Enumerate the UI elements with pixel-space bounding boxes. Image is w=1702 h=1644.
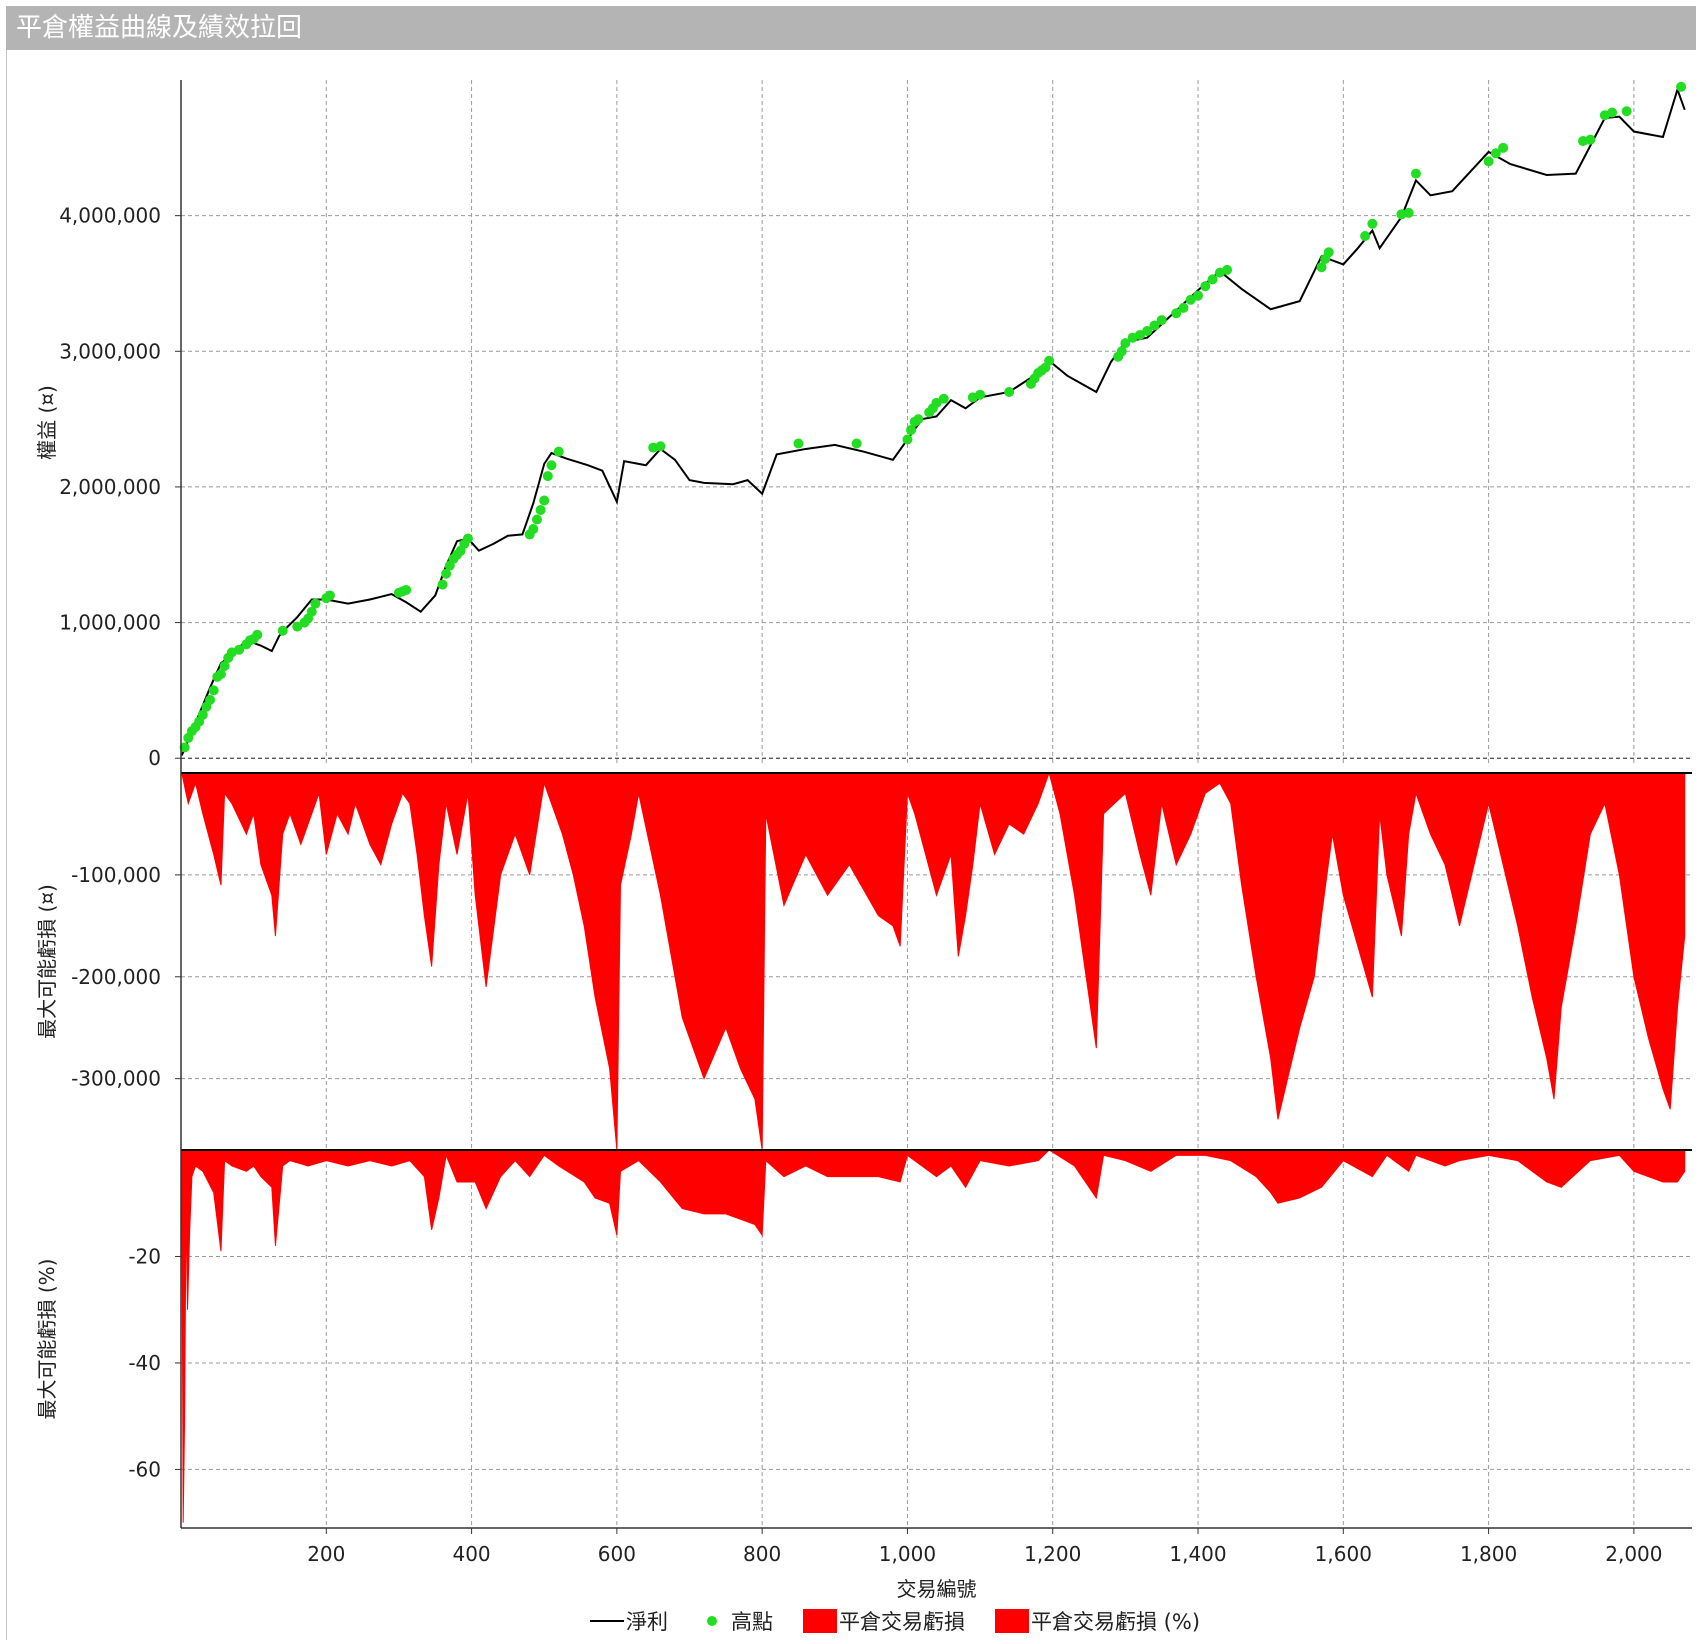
y-axis-title: 權益 (¤): [35, 385, 59, 460]
y-tick-label: -100,000: [71, 863, 161, 887]
legend-label: 高點: [731, 1610, 773, 1634]
high-point-marker: [462, 533, 473, 544]
x-tick-label: 200: [307, 1542, 345, 1566]
equity-drawdown-chart: 0 1,000,000 2,000,000 3,000,000 4,000,000 權益 …: [35, 80, 1692, 1634]
legend-label: 平倉交易虧損 (%): [1031, 1610, 1200, 1634]
high-point-marker: [1585, 134, 1596, 145]
x-tick-label: 1,800: [1460, 1542, 1517, 1566]
y-tick-label: -300,000: [71, 1067, 161, 1091]
legend-label: 淨利: [626, 1610, 668, 1634]
y-tick-label: -20: [128, 1244, 161, 1268]
high-point-marker: [975, 389, 986, 400]
high-point-marker: [277, 625, 288, 636]
y-tick-label: 3,000,000: [59, 339, 161, 363]
high-point-marker: [1193, 290, 1204, 301]
y-axis-title: 最大可能虧損 (¤): [35, 884, 59, 1039]
high-point-marker: [1483, 156, 1494, 167]
high-point-marker: [938, 393, 949, 404]
high-point-marker: [1178, 302, 1189, 313]
x-tick-label: 1,200: [1024, 1542, 1081, 1566]
high-point-marker: [437, 579, 448, 590]
legend-box-swatch: [803, 1609, 837, 1633]
high-point-marker: [401, 585, 412, 596]
y-tick-label: -200,000: [71, 965, 161, 989]
x-tick-label: 1,600: [1315, 1542, 1372, 1566]
high-point-marker: [546, 460, 557, 471]
y-axis-title: 最大可能虧損 (%): [35, 1259, 59, 1420]
high-point-marker: [208, 685, 219, 696]
line-layer: [180, 86, 1686, 756]
area-layer: [181, 771, 1686, 1523]
high-point-marker: [1403, 207, 1414, 218]
legend-dot-swatch: [707, 1616, 717, 1626]
high-point-marker: [324, 590, 335, 601]
x-tick-label: 1,000: [879, 1542, 936, 1566]
high-point-marker: [528, 523, 539, 534]
label-layer: 0 1,000,000 2,000,000 3,000,000 4,000,000 權益 …: [35, 204, 1663, 1601]
y-tick-label: -60: [128, 1457, 161, 1481]
high-point-marker: [1360, 230, 1371, 241]
high-point-marker: [542, 471, 553, 482]
high-point-marker: [1044, 355, 1055, 366]
high-point-marker: [1367, 218, 1378, 229]
high-point-marker: [1498, 142, 1509, 153]
x-tick-label: 600: [598, 1542, 636, 1566]
high-point-marker: [205, 694, 216, 705]
high-point-marker: [1323, 247, 1334, 258]
y-tick-label: 1,000,000: [59, 611, 161, 635]
x-axis-title: 交易編號: [897, 1577, 977, 1601]
high-point-marker: [851, 438, 862, 449]
legend-box-swatch: [995, 1609, 1029, 1633]
high-point-marker: [531, 514, 542, 525]
high-point-marker: [655, 441, 666, 452]
high-point-marker: [1676, 81, 1687, 92]
high-point-marker: [1222, 264, 1233, 275]
drawdown-area-2: [181, 1149, 1686, 1523]
y-tick-label: -40: [128, 1351, 161, 1375]
legend-label: 平倉交易虧損: [839, 1610, 965, 1634]
drawdown-area-1: [181, 771, 1686, 1151]
high-point-marker: [252, 629, 263, 640]
high-point-marker: [1621, 106, 1632, 117]
x-tick-label: 1,400: [1169, 1542, 1226, 1566]
legend: 淨利 高點 平倉交易虧損 平倉交易虧損 (%): [590, 1609, 1200, 1634]
y-tick-label: 4,000,000: [59, 204, 161, 228]
high-point-marker: [913, 414, 924, 425]
high-point-marker: [1004, 386, 1015, 397]
x-tick-label: 2,000: [1605, 1542, 1662, 1566]
y-tick-label: 2,000,000: [59, 475, 161, 499]
high-point-marker: [793, 438, 804, 449]
y-tick-label: 0: [148, 746, 161, 770]
net-profit-line: [180, 86, 1686, 756]
x-tick-label: 800: [743, 1542, 781, 1566]
high-point-marker: [553, 446, 564, 457]
high-point-marker: [310, 598, 321, 609]
x-tick-label: 400: [452, 1542, 490, 1566]
high-point-marker: [1156, 315, 1167, 326]
high-point-marker: [1607, 107, 1618, 118]
high-point-marker: [539, 495, 550, 506]
high-point-marker: [1410, 168, 1421, 179]
high-point-marker: [535, 504, 546, 515]
high-point-marker: [902, 434, 913, 445]
